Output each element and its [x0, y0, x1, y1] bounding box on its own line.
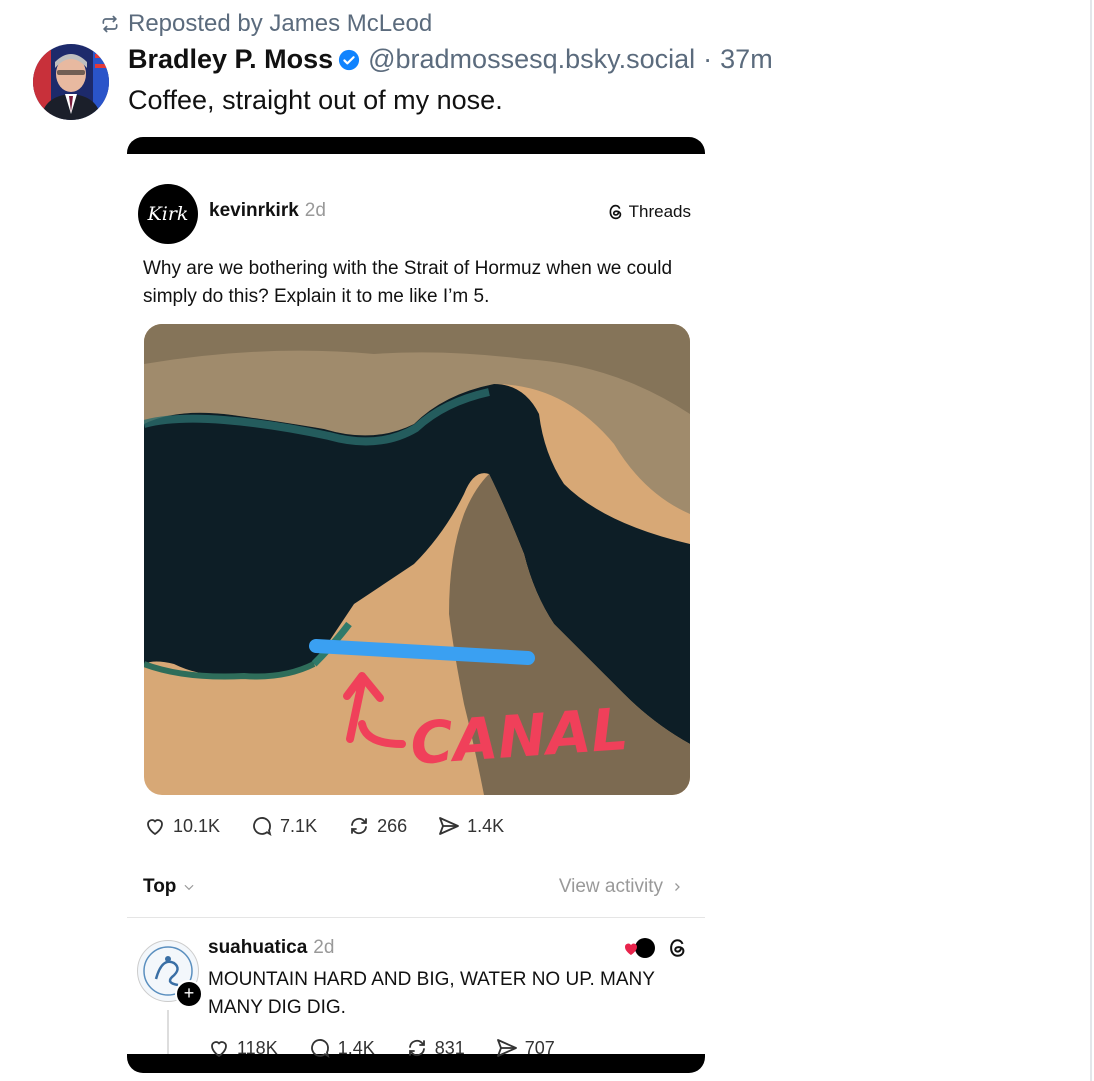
reply-like-count: 118K [237, 1037, 278, 1058]
reply-stats: 118K 1.4K 831 707 [207, 1036, 585, 1060]
threads-avatar: Kirk [138, 184, 198, 244]
comment-icon [253, 817, 272, 836]
reply-repost-stat[interactable]: 831 [405, 1036, 465, 1060]
like-stat[interactable]: 10.1K [143, 814, 220, 838]
repost-count: 266 [377, 815, 408, 836]
reply-stat[interactable]: 7.1K [250, 814, 317, 838]
threads-post-text: Why are we bothering with the Strait of … [143, 258, 673, 307]
reply-count: 7.1K [280, 815, 318, 836]
chevron-down-icon [184, 884, 194, 891]
threads-username: kevinrkirk [209, 200, 299, 221]
feed-border [1090, 0, 1092, 1081]
chevron-right-icon [675, 883, 680, 891]
repost-icon [351, 817, 367, 835]
reply-username: suahuatica [208, 937, 308, 958]
reply-reply-stat[interactable]: 1.4K [308, 1036, 375, 1060]
threads-brand: Threads [607, 202, 691, 222]
share-count: 1.4K [467, 815, 505, 836]
post-time[interactable]: 37m [720, 44, 773, 75]
like-count: 10.1K [173, 815, 221, 836]
reply-like-stat[interactable]: 118K [207, 1036, 278, 1060]
satellite-map-image: CANAL [144, 324, 690, 795]
threads-logo-icon [609, 204, 621, 220]
reply-reply-count: 1.4K [337, 1037, 375, 1058]
sort-dropdown[interactable]: Top [143, 876, 196, 898]
threads-brand-label: Threads [628, 202, 691, 221]
reply-share-stat[interactable]: 707 [495, 1036, 555, 1060]
threads-post-card: Kirk kevinrkirk 2d Threads Why are we bot… [127, 154, 705, 1058]
post-header: Bradley P. Moss @bradmossesq.bsky.social… [128, 44, 773, 75]
follow-plus-icon[interactable]: + [175, 980, 203, 1008]
repost-label: Reposted by James McLeod [128, 10, 433, 37]
repost-indicator[interactable]: Reposted by James McLeod [100, 10, 432, 38]
thread-line [167, 1010, 169, 1054]
meta-separator: · [703, 44, 713, 74]
threads-username-line: kevinrkirk 2d [209, 200, 326, 222]
author-handle[interactable]: @bradmossesq.bsky.social [368, 44, 695, 75]
send-icon [496, 1039, 517, 1057]
reply-share-count: 707 [524, 1037, 555, 1058]
repost-icon [408, 1039, 425, 1057]
verified-badge-icon [339, 49, 360, 70]
heart-icon [211, 1041, 227, 1058]
reply-repost-count: 831 [434, 1037, 465, 1058]
repost-stat[interactable]: 266 [347, 814, 407, 838]
post-text: Coffee, straight out of my nose. [128, 85, 503, 115]
author-avatar[interactable] [33, 44, 109, 120]
share-stat[interactable]: 1.4K [437, 814, 504, 838]
repost-icon [102, 15, 118, 33]
threads-time: 2d [304, 200, 326, 221]
embedded-image[interactable]: Kirk kevinrkirk 2d Threads Why are we bot… [127, 137, 705, 1073]
view-activity-link[interactable]: View activity [559, 876, 683, 898]
threads-logo-icon [670, 939, 685, 957]
author-name[interactable]: Bradley P. Moss [128, 44, 333, 75]
threads-stats: 10.1K 7.1K 266 1.4K [143, 814, 534, 838]
sort-label: Top [143, 876, 177, 897]
reply-text: MOUNTAIN HARD AND BIG, WATER NO UP. MANY… [208, 969, 655, 1018]
view-activity-label: View activity [558, 876, 663, 897]
send-icon [439, 817, 460, 835]
divider [127, 917, 705, 918]
liked-by-author-icon [624, 938, 655, 958]
reply-time: 2d [313, 937, 335, 958]
reply-username-line: suahuatica 2d [208, 937, 334, 959]
reply-badges [623, 937, 689, 959]
comment-icon [310, 1039, 330, 1058]
heart-icon [147, 819, 163, 836]
